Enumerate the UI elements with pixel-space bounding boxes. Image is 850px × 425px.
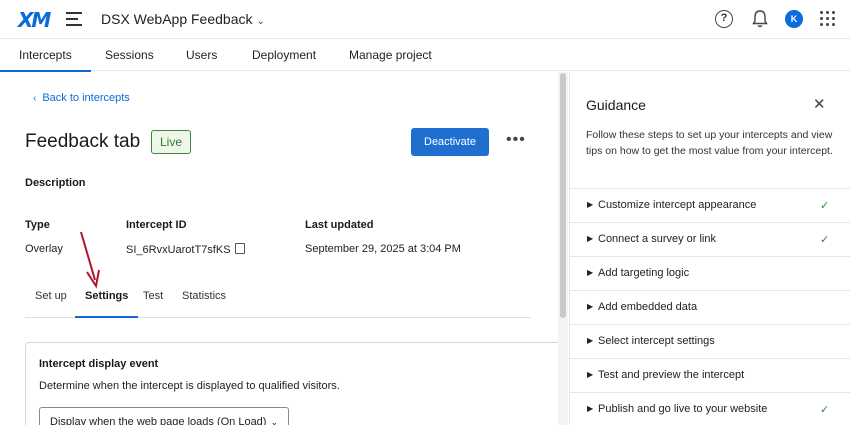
- type-label: Type: [25, 219, 50, 231]
- guidance-step-label: Select intercept settings: [598, 335, 715, 347]
- guidance-step-embedded-data[interactable]: ▶ Add embedded data: [570, 290, 850, 324]
- checkmark-icon: ✓: [820, 233, 830, 246]
- page-title: Feedback tab: [25, 131, 141, 152]
- avatar[interactable]: K: [785, 10, 803, 28]
- description-label: Description: [25, 177, 86, 189]
- more-options-icon[interactable]: •••: [506, 132, 526, 148]
- main-scrollbar[interactable]: [560, 73, 566, 318]
- back-link-label: Back to intercepts: [42, 92, 130, 104]
- tab-manage-project[interactable]: Manage project: [349, 48, 432, 62]
- display-event-title: Intercept display event: [39, 358, 159, 370]
- guidance-step-label: Publish and go live to your website: [598, 403, 768, 415]
- project-title: DSX WebApp Feedback: [101, 11, 253, 27]
- caret-right-icon: ▶: [587, 200, 594, 209]
- guidance-step-customize-appearance[interactable]: ▶ Customize intercept appearance ✓: [570, 188, 850, 222]
- guidance-step-label: Test and preview the intercept: [598, 369, 745, 381]
- caret-right-icon: ▶: [587, 268, 594, 277]
- guidance-step-publish[interactable]: ▶ Publish and go live to your website ✓: [570, 392, 850, 425]
- guidance-step-connect-survey[interactable]: ▶ Connect a survey or link ✓: [570, 222, 850, 256]
- top-bar: XM DSX WebApp Feedback ⌄ ? K: [0, 0, 850, 39]
- caret-right-icon: ▶: [587, 234, 594, 243]
- intercept-id-value-group: SI_6RvxUarotT7sfKS: [126, 243, 245, 256]
- guidance-step-label: Customize intercept appearance: [598, 199, 757, 211]
- help-icon[interactable]: ?: [715, 10, 733, 28]
- type-value: Overlay: [25, 243, 63, 255]
- tab-test[interactable]: Test: [143, 290, 163, 302]
- guidance-title: Guidance: [586, 97, 646, 113]
- guidance-step-label: Connect a survey or link: [598, 233, 716, 245]
- tab-intercepts[interactable]: Intercepts: [0, 48, 91, 72]
- caret-right-icon: ▶: [587, 404, 594, 413]
- tab-settings[interactable]: Settings: [74, 290, 139, 318]
- tab-users[interactable]: Users: [186, 48, 217, 62]
- deactivate-button[interactable]: Deactivate: [411, 128, 489, 156]
- tab-statistics[interactable]: Statistics: [182, 290, 226, 302]
- chevron-down-icon: ⌄: [270, 417, 279, 425]
- chevron-left-icon: ‹: [33, 93, 37, 104]
- display-event-card: Intercept display event Determine when t…: [25, 342, 565, 425]
- caret-right-icon: ▶: [587, 370, 594, 379]
- last-updated-label: Last updated: [305, 219, 374, 231]
- intercept-id-value: SI_6RvxUarotT7sfKS: [126, 244, 231, 256]
- display-event-selected: Display when the web page loads (On Load…: [50, 416, 267, 425]
- caret-right-icon: ▶: [587, 336, 594, 345]
- intercept-id-label: Intercept ID: [126, 219, 187, 231]
- guidance-step-test-preview[interactable]: ▶ Test and preview the intercept: [570, 358, 850, 392]
- bell-icon[interactable]: [751, 9, 769, 29]
- tab-sessions[interactable]: Sessions: [105, 48, 154, 62]
- display-event-select[interactable]: Display when the web page loads (On Load…: [39, 407, 289, 425]
- project-tabs: Intercepts Sessions Users Deployment Man…: [0, 39, 850, 72]
- guidance-steps: ▶ Customize intercept appearance ✓ ▶ Con…: [570, 188, 850, 425]
- caret-right-icon: ▶: [587, 302, 594, 311]
- menu-icon[interactable]: [66, 12, 82, 26]
- project-selector[interactable]: DSX WebApp Feedback ⌄: [101, 11, 265, 27]
- guidance-panel: Guidance ✕ Follow these steps to set up …: [569, 72, 850, 425]
- guidance-description: Follow these steps to set up your interc…: [586, 129, 833, 157]
- back-to-intercepts-link[interactable]: ‹ Back to intercepts: [33, 92, 130, 104]
- copy-icon[interactable]: [234, 243, 245, 254]
- guidance-step-targeting-logic[interactable]: ▶ Add targeting logic: [570, 256, 850, 290]
- checkmark-icon: ✓: [820, 403, 830, 416]
- chevron-down-icon: ⌄: [256, 16, 265, 27]
- xm-logo[interactable]: XM: [18, 8, 51, 32]
- guidance-step-label: Add targeting logic: [598, 267, 690, 279]
- app-launcher-icon[interactable]: [820, 11, 836, 27]
- close-icon[interactable]: ✕: [813, 97, 826, 112]
- status-badge: Live: [151, 130, 192, 154]
- tab-deployment[interactable]: Deployment: [252, 48, 316, 62]
- intercept-sub-tabs: Set up Settings Test Statistics: [25, 280, 531, 318]
- guidance-step-label: Add embedded data: [598, 301, 698, 313]
- guidance-step-intercept-settings[interactable]: ▶ Select intercept settings: [570, 324, 850, 358]
- tab-set-up[interactable]: Set up: [35, 290, 67, 302]
- last-updated-value: September 29, 2025 at 3:04 PM: [305, 243, 461, 255]
- checkmark-icon: ✓: [820, 199, 830, 212]
- display-event-description: Determine when the intercept is displaye…: [39, 380, 340, 392]
